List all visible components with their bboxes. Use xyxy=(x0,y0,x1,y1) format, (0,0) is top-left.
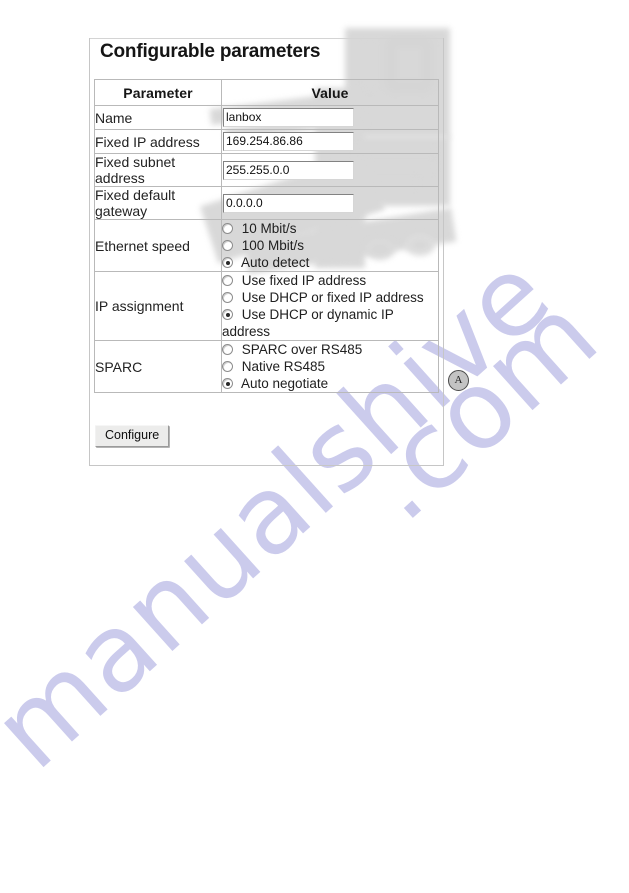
radio-button-icon[interactable] xyxy=(222,223,233,234)
radio-label: 100 Mbit/s xyxy=(241,238,305,253)
row-label-fixed-subnet-address: Fixed subnet address xyxy=(94,153,222,187)
fixed-ip-address-input[interactable]: 169.254.86.86 xyxy=(223,132,354,151)
table-row: Name lanbox xyxy=(94,105,439,130)
radio-button-icon[interactable] xyxy=(222,275,233,286)
configure-button[interactable]: Configure xyxy=(95,425,170,447)
configurable-parameters-table: Parameter Value Name lanbox Fixed IP add… xyxy=(94,79,439,393)
fixed-subnet-address-input[interactable]: 255.255.0.0 xyxy=(223,160,354,180)
row-value-fixed-ip-address: 169.254.86.86 xyxy=(221,129,439,154)
table-row: Ethernet speed 10 Mbit/s 100 Mbit/s Auto… xyxy=(94,219,439,272)
radio-ethernet-speed-auto-detect[interactable]: Auto detect xyxy=(222,254,438,271)
row-label-name: Name xyxy=(94,105,222,130)
row-label-fixed-ip-address: Fixed IP address xyxy=(94,129,222,154)
table-row: SPARC SPARC over RS485 Native RS485 Auto… xyxy=(94,340,439,393)
radio-button-icon[interactable] xyxy=(222,344,233,355)
column-header-value: Value xyxy=(221,79,439,106)
radio-label: Auto negotiate xyxy=(241,376,329,391)
row-label-sparc: SPARC xyxy=(94,340,222,393)
row-value-fixed-default-gateway: 0.0.0.0 xyxy=(221,186,439,220)
table-header-row: Parameter Value xyxy=(94,79,439,106)
radio-label: Use fixed IP address xyxy=(241,273,367,288)
row-label-fixed-default-gateway: Fixed default gateway xyxy=(94,186,222,220)
radio-button-selected-icon[interactable] xyxy=(222,309,233,320)
table-row: Fixed subnet address 255.255.0.0 xyxy=(94,153,439,187)
radio-sparc-native-rs485[interactable]: Native RS485 xyxy=(222,358,438,375)
row-label-ip-assignment: IP assignment xyxy=(94,271,222,341)
radio-ip-assignment-dhcp-or-fixed[interactable]: Use DHCP or fixed IP address xyxy=(222,289,438,306)
row-value-fixed-subnet-address: 255.255.0.0 xyxy=(221,153,439,187)
row-value-ip-assignment: Use fixed IP address Use DHCP or fixed I… xyxy=(221,271,439,341)
row-value-name: lanbox xyxy=(221,105,439,130)
annotation-marker-a: A xyxy=(448,370,469,391)
radio-label: 10 Mbit/s xyxy=(241,221,297,236)
radio-button-selected-icon[interactable] xyxy=(222,257,233,268)
row-value-ethernet-speed: 10 Mbit/s 100 Mbit/s Auto detect xyxy=(221,219,439,272)
fixed-default-gateway-input[interactable]: 0.0.0.0 xyxy=(223,193,354,213)
radio-button-icon[interactable] xyxy=(222,240,233,251)
radio-ethernet-speed-10mbit[interactable]: 10 Mbit/s xyxy=(222,220,438,237)
radio-label: SPARC over RS485 xyxy=(241,342,363,357)
row-label-ethernet-speed: Ethernet speed xyxy=(94,219,222,272)
radio-label: Native RS485 xyxy=(241,359,326,374)
radio-ip-assignment-dhcp-or-dynamic[interactable]: Use DHCP or dynamic IP address xyxy=(222,306,438,340)
radio-label: Use DHCP or dynamic IP address xyxy=(222,307,394,339)
radio-sparc-over-rs485[interactable]: SPARC over RS485 xyxy=(222,341,438,358)
table-row: IP assignment Use fixed IP address Use D… xyxy=(94,271,439,341)
radio-label: Use DHCP or fixed IP address xyxy=(241,290,424,305)
page-title: Configurable parameters xyxy=(100,41,321,62)
radio-button-icon[interactable] xyxy=(222,361,233,372)
column-header-parameter: Parameter xyxy=(94,79,222,106)
radio-ethernet-speed-100mbit[interactable]: 100 Mbit/s xyxy=(222,237,438,254)
table-row: Fixed IP address 169.254.86.86 xyxy=(94,129,439,154)
radio-label: Auto detect xyxy=(241,255,310,270)
table-row: Fixed default gateway 0.0.0.0 xyxy=(94,186,439,220)
radio-ip-assignment-fixed[interactable]: Use fixed IP address xyxy=(222,272,438,289)
radio-button-selected-icon[interactable] xyxy=(222,378,233,389)
radio-sparc-auto-negotiate[interactable]: Auto negotiate xyxy=(222,375,438,392)
radio-button-icon[interactable] xyxy=(222,292,233,303)
row-value-sparc: SPARC over RS485 Native RS485 Auto negot… xyxy=(221,340,439,393)
name-input[interactable]: lanbox xyxy=(223,108,354,127)
